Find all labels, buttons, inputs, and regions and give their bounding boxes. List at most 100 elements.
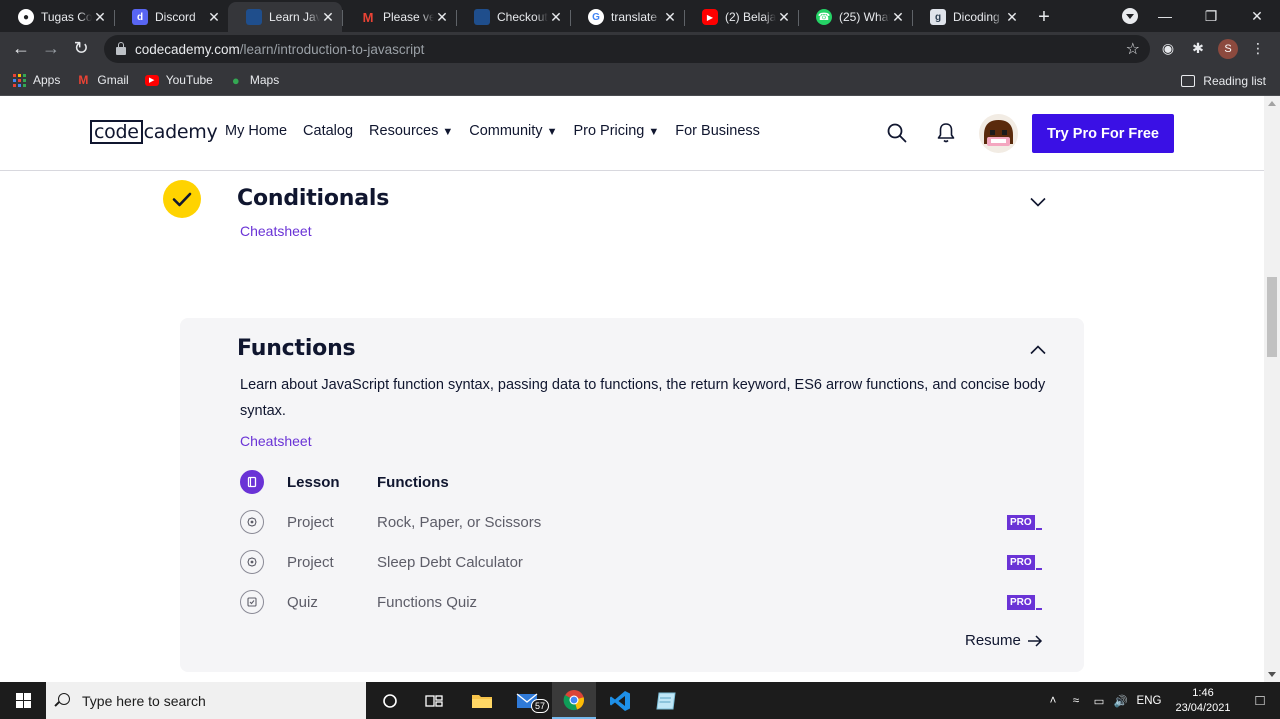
tab-translate[interactable]: G translate - Google ✕ bbox=[570, 2, 684, 32]
close-tab-icon[interactable]: ✕ bbox=[1004, 9, 1020, 26]
page-scrollbar[interactable] bbox=[1264, 96, 1280, 682]
taskbar-search[interactable]: Type here to search bbox=[46, 682, 366, 719]
tab-whatsapp[interactable]: ☎ (25) WhatsApp ✕ bbox=[798, 2, 912, 32]
system-tray: ˄ ≈ ▭ 🔊 ENG 1:46 23/04/2021 □ bbox=[1042, 682, 1280, 719]
url-path: /learn/introduction-to-javascript bbox=[239, 41, 425, 57]
clock[interactable]: 1:46 23/04/2021 bbox=[1166, 686, 1240, 716]
bookmark-youtube[interactable]: ▶ YouTube bbox=[144, 73, 213, 87]
file-explorer-button[interactable] bbox=[460, 682, 504, 719]
bookmark-label: Apps bbox=[33, 73, 61, 87]
reading-list-button[interactable]: Reading list bbox=[1181, 65, 1266, 96]
mail-button[interactable]: 57 bbox=[506, 682, 550, 719]
codecademy-logo[interactable]: code cademy bbox=[90, 119, 218, 145]
task-view-icon bbox=[425, 694, 443, 707]
item-kind: Project bbox=[287, 513, 334, 531]
minimize-button[interactable]: — bbox=[1142, 0, 1188, 32]
extensions-icon[interactable]: ✱ bbox=[1188, 40, 1208, 57]
tab-checkout[interactable]: Checkout | Codecademy ✕ bbox=[456, 2, 570, 32]
tab-title: translate - Google bbox=[611, 10, 662, 24]
scroll-up-arrow[interactable] bbox=[1268, 101, 1276, 106]
scroll-thumb[interactable] bbox=[1267, 277, 1277, 357]
vscode-button[interactable] bbox=[598, 682, 642, 719]
close-tab-icon[interactable]: ✕ bbox=[206, 9, 222, 26]
close-tab-icon[interactable]: ✕ bbox=[548, 9, 564, 26]
bookmark-maps[interactable]: ● Maps bbox=[229, 73, 279, 88]
battery-icon[interactable]: ▭ bbox=[1088, 694, 1110, 708]
content-item-quiz[interactable]: Quiz Functions Quiz PRO bbox=[240, 590, 1046, 614]
search-icon[interactable] bbox=[887, 123, 907, 143]
tab-gmail[interactable]: M Please verify ✕ bbox=[342, 2, 456, 32]
close-tab-icon[interactable]: ✕ bbox=[320, 9, 336, 26]
back-button[interactable]: ← bbox=[6, 38, 36, 59]
tab-title: Learn JavaScript bbox=[269, 10, 320, 24]
start-button[interactable] bbox=[0, 682, 46, 719]
notification-bell-icon[interactable] bbox=[936, 122, 956, 144]
close-tab-icon[interactable]: ✕ bbox=[434, 9, 450, 26]
language-indicator[interactable]: ENG bbox=[1132, 695, 1166, 707]
tab-learn-javascript[interactable]: Learn JavaScript ✕ bbox=[228, 2, 342, 32]
reload-button[interactable]: ↻ bbox=[66, 38, 96, 59]
notifications-icon[interactable]: □ bbox=[1240, 692, 1280, 709]
nav-my-home[interactable]: My Home bbox=[225, 123, 287, 139]
tab-discord[interactable]: d Discord ✕ bbox=[114, 2, 228, 32]
chevron-down-icon[interactable] bbox=[1030, 197, 1046, 207]
close-tab-icon[interactable]: ✕ bbox=[662, 9, 678, 26]
new-tab-button[interactable]: + bbox=[1030, 2, 1058, 32]
resume-label: Resume bbox=[965, 632, 1021, 649]
nav-catalog[interactable]: Catalog bbox=[303, 123, 353, 139]
address-bar[interactable]: codecademy.com/learn/introduction-to-jav… bbox=[104, 35, 1150, 63]
notepad-button[interactable] bbox=[644, 682, 688, 719]
quiz-icon bbox=[240, 590, 264, 614]
menu-kebab-icon[interactable]: ⋮ bbox=[1248, 40, 1268, 57]
content-item-lesson[interactable]: Lesson Functions bbox=[240, 470, 1046, 494]
page-viewport: code cademy My Home Catalog Resources ▼ Co… bbox=[0, 96, 1280, 682]
nav-resources[interactable]: Resources ▼ bbox=[369, 123, 453, 139]
chevron-up-icon[interactable] bbox=[1030, 345, 1046, 355]
profile-avatar[interactable]: S bbox=[1218, 38, 1238, 59]
module-description: Learn about JavaScript function syntax, … bbox=[240, 377, 1046, 419]
resume-link[interactable]: Resume bbox=[965, 632, 1043, 649]
nav-for-business[interactable]: For Business bbox=[675, 123, 760, 139]
cortana-button[interactable] bbox=[368, 682, 412, 719]
item-name: Functions bbox=[377, 473, 449, 491]
tab-dicoding[interactable]: g Dicoding Indonesia ✕ bbox=[912, 2, 1026, 32]
completed-check-icon bbox=[163, 180, 201, 218]
bookmark-gmail[interactable]: M Gmail bbox=[76, 73, 128, 87]
scroll-down-arrow[interactable] bbox=[1268, 672, 1276, 677]
content-item-project[interactable]: Project Rock, Paper, or Scissors PRO bbox=[240, 510, 1046, 534]
close-tab-icon[interactable]: ✕ bbox=[890, 9, 906, 26]
chevron-up-icon[interactable]: ˄ bbox=[1042, 695, 1064, 707]
item-name: Rock, Paper, or Scissors bbox=[377, 513, 542, 531]
close-tab-icon[interactable]: ✕ bbox=[776, 9, 792, 26]
module-title-functions[interactable]: Functions bbox=[237, 336, 356, 361]
site-nav: My Home Catalog Resources ▼ Community ▼ Pr… bbox=[225, 123, 760, 139]
mail-badge: 57 bbox=[531, 699, 550, 713]
chrome-button[interactable] bbox=[552, 682, 596, 719]
nav-community[interactable]: Community ▼ bbox=[469, 123, 557, 139]
tab-search-icon[interactable] bbox=[1122, 8, 1138, 24]
content-item-project[interactable]: Project Sleep Debt Calculator PRO bbox=[240, 550, 1046, 574]
task-view-button[interactable] bbox=[412, 682, 456, 719]
bookmark-apps[interactable]: Apps bbox=[12, 73, 60, 87]
close-tab-icon[interactable]: ✕ bbox=[92, 9, 108, 26]
tab-github[interactable]: ● Tugas Conditionals ✕ bbox=[0, 2, 114, 32]
close-window-button[interactable]: ✕ bbox=[1234, 0, 1280, 32]
wifi-icon[interactable]: ≈ bbox=[1064, 695, 1088, 707]
restore-button[interactable]: ❐ bbox=[1188, 0, 1234, 32]
item-name: Functions Quiz bbox=[377, 593, 478, 611]
globe-icon[interactable]: ◉ bbox=[1158, 40, 1178, 57]
item-kind: Quiz bbox=[287, 593, 318, 611]
nav-pro-pricing[interactable]: Pro Pricing ▼ bbox=[573, 123, 659, 139]
try-pro-button[interactable]: Try Pro For Free bbox=[1032, 114, 1174, 153]
cheatsheet-link-functions[interactable]: Cheatsheet bbox=[240, 433, 312, 449]
forward-button[interactable]: → bbox=[36, 38, 66, 59]
bookmark-star-icon[interactable]: ☆ bbox=[1126, 39, 1140, 59]
tab-youtube[interactable]: ▶ (2) Belajar ✕ bbox=[684, 2, 798, 32]
clock-time: 1:46 bbox=[1192, 686, 1214, 699]
cortana-icon bbox=[383, 693, 397, 708]
cheatsheet-link-conditionals[interactable]: Cheatsheet bbox=[240, 223, 312, 239]
module-title-conditionals[interactable]: Conditionals bbox=[237, 186, 389, 211]
volume-icon[interactable]: 🔊 bbox=[1110, 694, 1132, 708]
user-avatar[interactable] bbox=[979, 114, 1018, 153]
folder-icon bbox=[472, 694, 492, 708]
